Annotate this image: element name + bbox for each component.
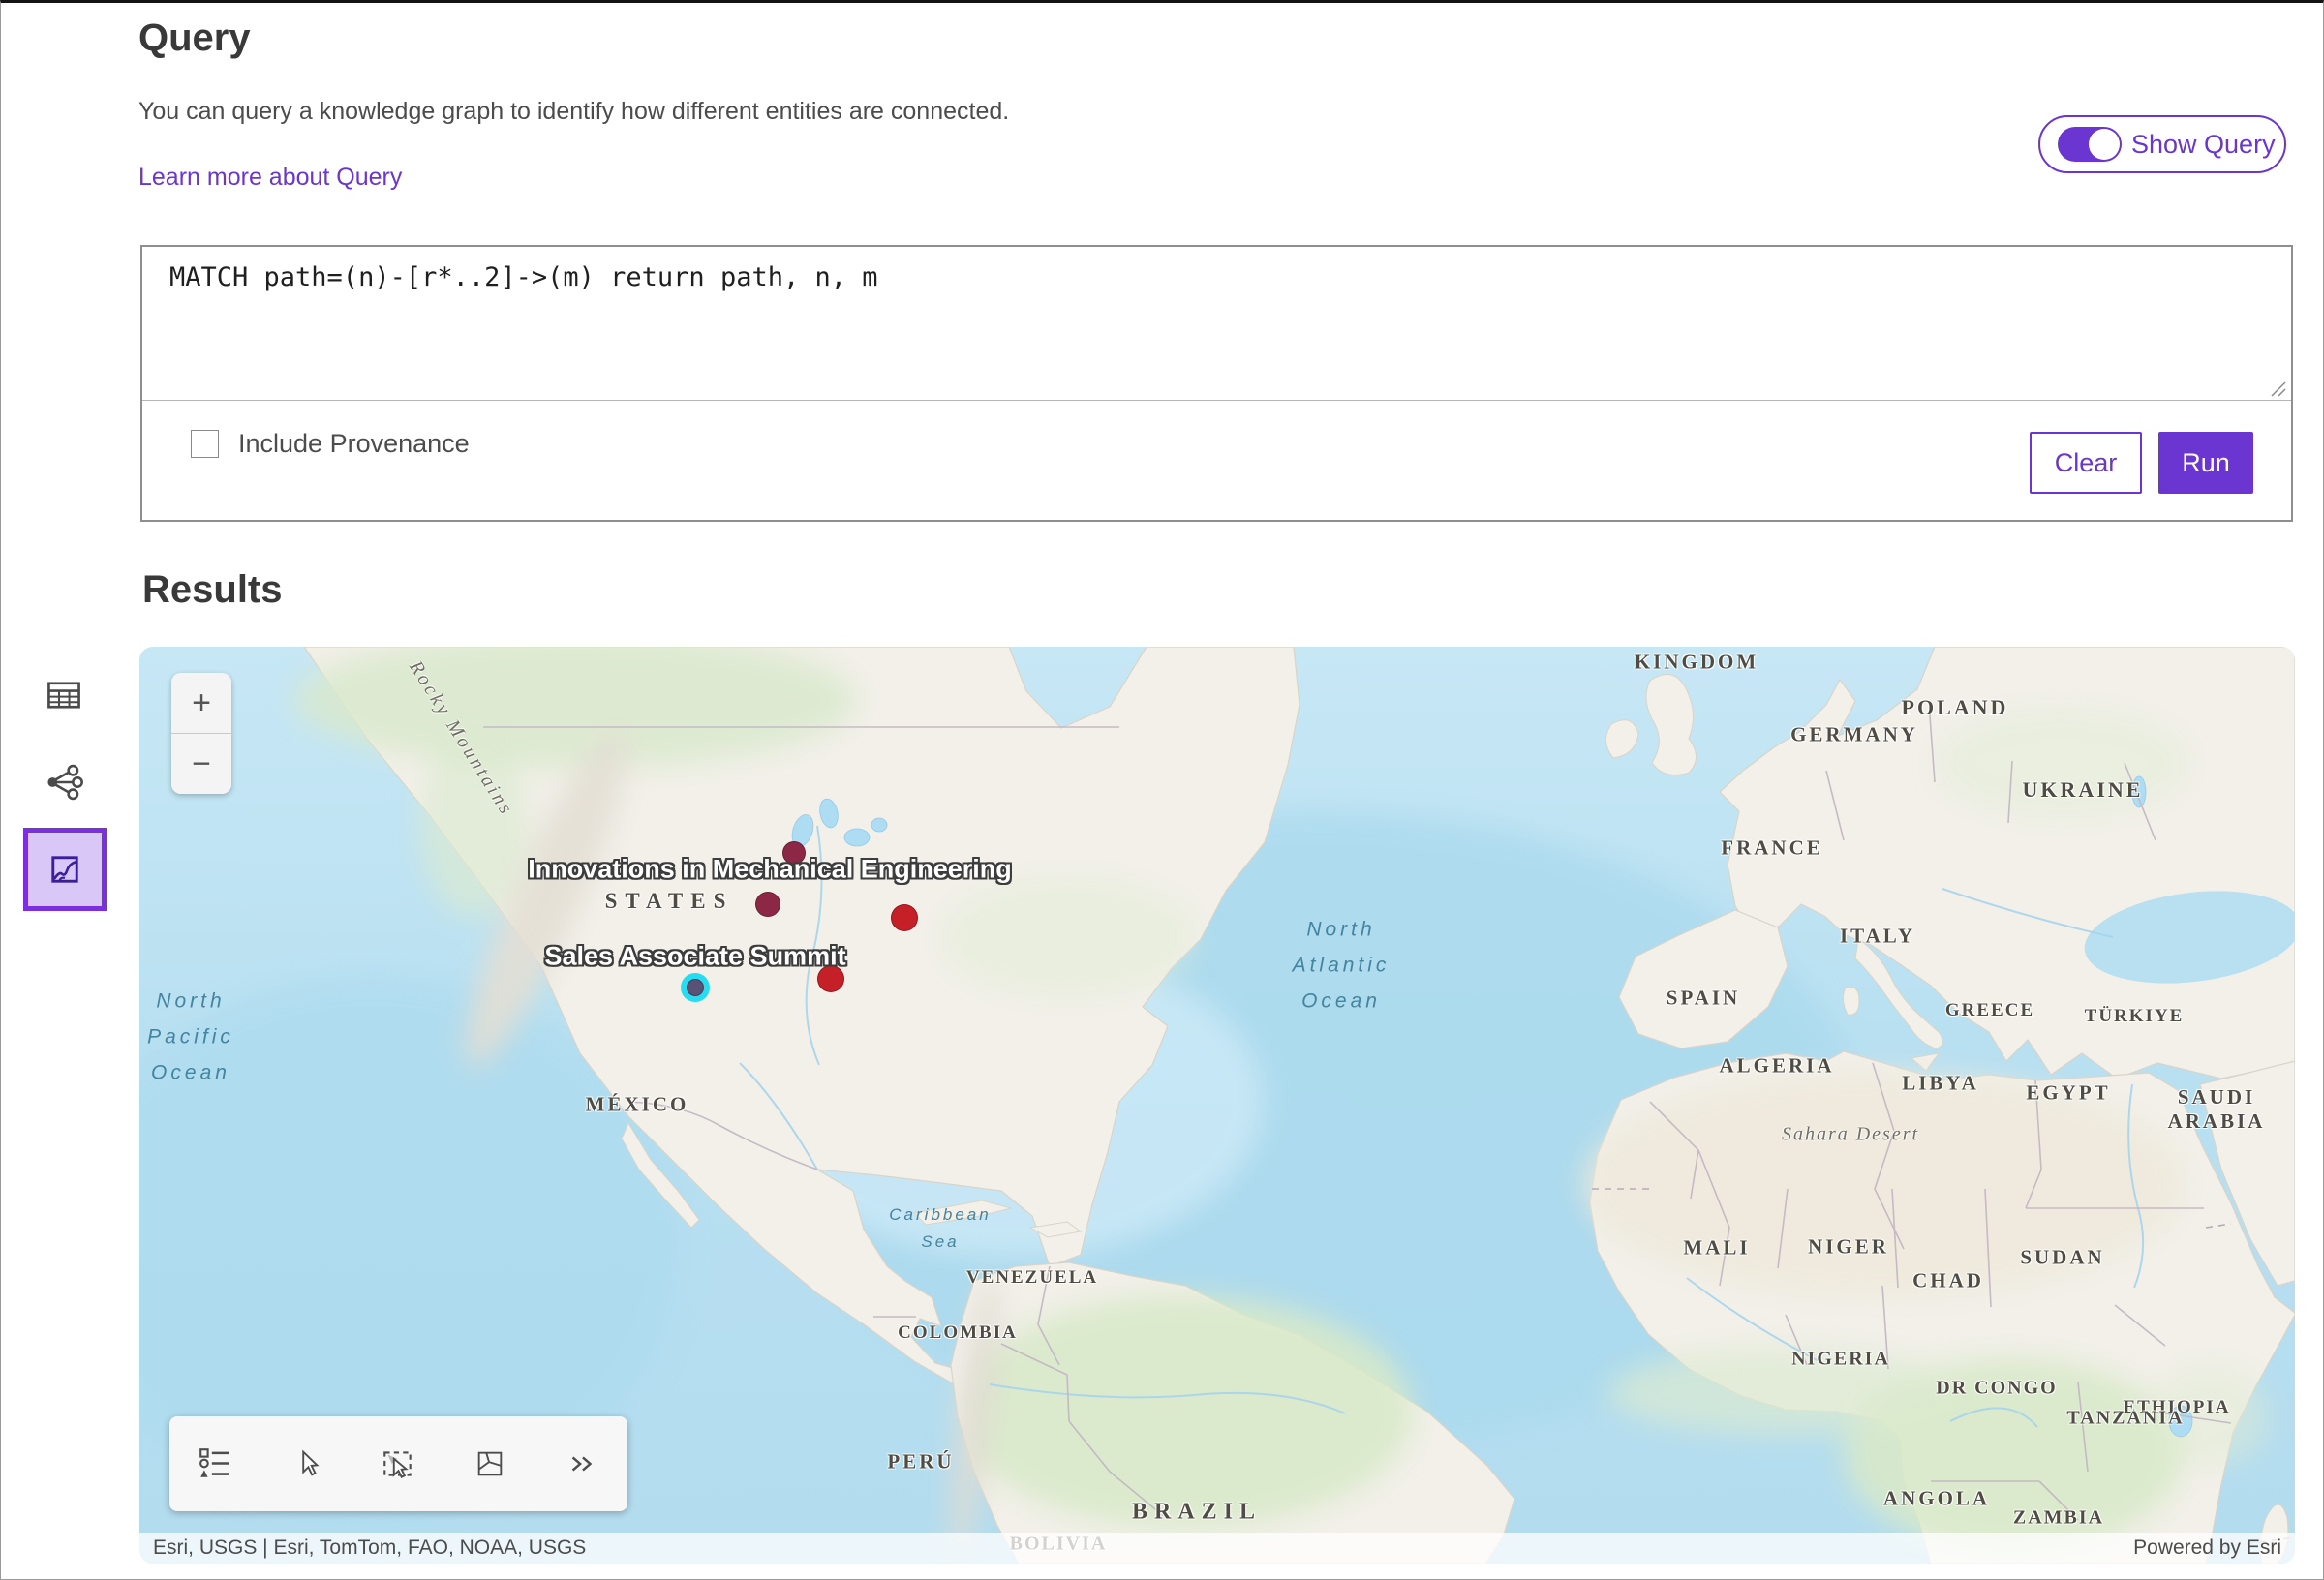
map-country-label: NIGER	[1808, 1235, 1889, 1260]
map-country-label: ZAMBIA	[2013, 1507, 2104, 1530]
map-country-label: CHAD	[1912, 1269, 1984, 1293]
map-country-label: UKRAINE	[2023, 777, 2144, 803]
map-country-label: KINGDOM	[1635, 651, 1758, 675]
expand-more-button[interactable]	[551, 1433, 613, 1495]
include-provenance-checkbox[interactable]	[191, 430, 219, 458]
map-country-label: GREECE	[1945, 1000, 2034, 1021]
map-country-label: NIGERIA	[1791, 1349, 1890, 1371]
select-by-rectangle-icon	[380, 1445, 416, 1482]
cursor-select-icon	[290, 1447, 323, 1480]
map-attribution: Esri, USGS | Esri, TomTom, FAO, NOAA, US…	[139, 1533, 2295, 1564]
map-country-label: ANGOLA	[1883, 1487, 1990, 1511]
map-ocean-label: North Pacific Ocean	[147, 984, 234, 1091]
table-icon	[45, 676, 83, 714]
link-chart-view-button[interactable]	[22, 741, 106, 824]
page-title: Query	[138, 16, 251, 60]
select-by-polygon-button[interactable]	[459, 1433, 521, 1495]
legend-list-icon	[197, 1445, 233, 1482]
legend-list-button[interactable]	[184, 1433, 246, 1495]
map-country-label: SPAIN	[1667, 987, 1740, 1011]
toggle-switch-icon[interactable]	[2058, 127, 2122, 162]
zoom-out-button[interactable]: −	[171, 734, 231, 794]
map-icon	[46, 850, 84, 889]
select-by-polygon-icon	[474, 1447, 506, 1480]
map-country-label: VENEZUELA	[966, 1267, 1098, 1289]
link-chart-icon	[44, 762, 84, 803]
map-country-label: ITALY	[1840, 925, 1915, 949]
result-point[interactable]	[891, 904, 918, 931]
run-button[interactable]: Run	[2158, 432, 2253, 494]
map-ocean-label: North Atlantic Ocean	[1293, 912, 1391, 1019]
page-description: You can query a knowledge graph to ident…	[138, 98, 1009, 126]
zoom-control: + −	[171, 673, 231, 794]
map-country-label: POLAND	[1902, 695, 2009, 720]
map-region-label: Sahara Desert	[1782, 1124, 1919, 1146]
map-country-label: SUDAN	[2020, 1246, 2104, 1270]
map-country-label: COLOMBIA	[898, 1322, 1018, 1344]
clear-button[interactable]: Clear	[2030, 432, 2142, 494]
map-country-label: GERMANY	[1790, 723, 1918, 747]
result-point[interactable]	[755, 892, 780, 917]
attribution-sources: Esri, USGS | Esri, TomTom, FAO, NOAA, US…	[153, 1536, 586, 1560]
table-view-button[interactable]	[22, 653, 106, 737]
map-country-label: ALGERIA	[1719, 1054, 1834, 1079]
map-region-label: Rocky Mountains	[404, 657, 517, 821]
show-query-toggle[interactable]: Show Query	[2038, 115, 2286, 173]
map-country-label: PERÚ	[887, 1450, 954, 1474]
map-country-label: EGYPT	[2026, 1081, 2110, 1106]
map-country-label: TÜRKIYE	[2085, 1006, 2185, 1027]
map-country-label: MALI	[1683, 1236, 1750, 1261]
map-feature-label: Sales Associate Summit	[544, 942, 845, 972]
map-country-label: FRANCE	[1721, 836, 1823, 861]
zoom-in-button[interactable]: +	[171, 673, 231, 733]
map-ocean-label: Caribbean Sea	[889, 1201, 991, 1256]
resize-handle[interactable]	[2268, 379, 2287, 398]
map-country-label: TANZANIA	[2066, 1408, 2184, 1430]
include-provenance-label: Include Provenance	[238, 429, 470, 459]
map-country-label: STATES	[605, 889, 734, 914]
map-country-label: SAUDI ARABIA	[2168, 1085, 2266, 1134]
query-page: Query You can query a knowledge graph to…	[0, 0, 2324, 1580]
map-country-label: MÉXICO	[586, 1093, 689, 1117]
expand-more-icon	[566, 1447, 598, 1480]
map-country-label: DR CONGO	[1936, 1378, 2057, 1400]
attribution-powered-by: Powered by Esri	[2133, 1536, 2281, 1560]
map-country-label: LIBYA	[1902, 1072, 1979, 1096]
toggle-label: Show Query	[2131, 130, 2276, 160]
cursor-select-button[interactable]	[276, 1433, 338, 1495]
map-toolbar	[169, 1416, 627, 1511]
result-point-selected[interactable]	[687, 979, 704, 996]
results-map[interactable]: KINGDOM POLAND GERMANY UKRAINE FRANCE ITALY SP…	[139, 647, 2295, 1564]
map-country-label: BRAZIL	[1132, 1500, 1262, 1526]
results-title: Results	[142, 568, 283, 612]
query-panel: MATCH path=(n)-[r*..2]->(m) return path,…	[140, 245, 2293, 522]
panel-divider	[142, 400, 2291, 401]
map-feature-label: Innovations in Mechanical Engineering	[528, 855, 1012, 885]
query-input[interactable]: MATCH path=(n)-[r*..2]->(m) return path,…	[168, 260, 2253, 388]
learn-more-link[interactable]: Learn more about Query	[138, 164, 402, 192]
select-by-rectangle-button[interactable]	[367, 1433, 429, 1495]
map-view-button[interactable]	[23, 828, 107, 911]
